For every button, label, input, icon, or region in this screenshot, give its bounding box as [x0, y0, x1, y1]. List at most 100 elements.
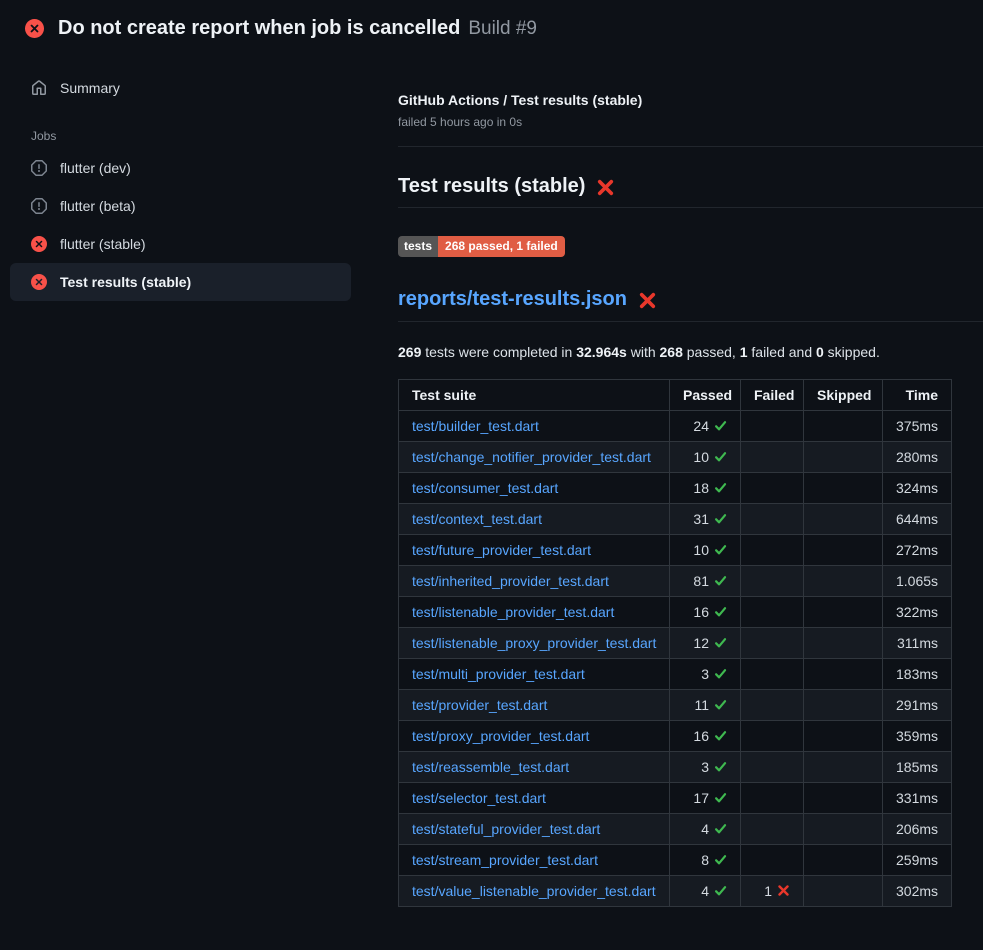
sidebar-item-flutter-stable[interactable]: flutter (stable): [10, 225, 351, 263]
section-title: Test results (stable): [398, 175, 983, 208]
table-row: test/context_test.dart31644ms: [399, 504, 952, 535]
test-suite-link[interactable]: test/stateful_provider_test.dart: [412, 821, 600, 837]
test-suite-link[interactable]: test/stream_provider_test.dart: [412, 852, 598, 868]
table-row: test/proxy_provider_test.dart16359ms: [399, 721, 952, 752]
skipped-cell: [804, 814, 883, 845]
test-suite-link[interactable]: test/inherited_provider_test.dart: [412, 573, 609, 589]
table-header-row: Test suite Passed Failed Skipped Time: [399, 380, 952, 411]
test-suite-cell: test/reassemble_test.dart: [399, 752, 670, 783]
failed-cell: [741, 411, 804, 442]
check-icon: [714, 605, 727, 618]
passed-count: 268: [660, 344, 683, 360]
table-row: test/value_listenable_provider_test.dart…: [399, 876, 952, 907]
job-label: flutter (stable): [60, 236, 146, 252]
check-icon: [714, 853, 727, 866]
test-suite-link[interactable]: test/selector_test.dart: [412, 790, 546, 806]
test-suite-cell: test/multi_provider_test.dart: [399, 659, 670, 690]
test-suite-link[interactable]: test/value_listenable_provider_test.dart: [412, 883, 656, 899]
passed-cell: 31: [670, 504, 741, 535]
job-label: flutter (beta): [60, 198, 135, 214]
time-cell: 322ms: [883, 597, 952, 628]
badge-label: tests: [398, 236, 438, 257]
x-circle-icon: [25, 19, 44, 38]
x-circle-glyph: [31, 274, 47, 290]
failed-cell: [741, 814, 804, 845]
test-suite-link[interactable]: test/multi_provider_test.dart: [412, 666, 585, 682]
check-icon: [714, 667, 727, 680]
job-label: Test results (stable): [60, 274, 191, 290]
failed-cell: [741, 473, 804, 504]
test-suite-cell: test/builder_test.dart: [399, 411, 670, 442]
test-suite-link[interactable]: test/reassemble_test.dart: [412, 759, 569, 775]
page-title: Do not create report when job is cancell…: [58, 17, 537, 40]
skipped-cell: [804, 659, 883, 690]
time-cell: 375ms: [883, 411, 952, 442]
check-icon: [714, 698, 727, 711]
test-suite-link[interactable]: test/provider_test.dart: [412, 697, 547, 713]
test-suite-cell: test/value_listenable_provider_test.dart: [399, 876, 670, 907]
skipped-cell: [804, 876, 883, 907]
passed-cell: 3: [670, 659, 741, 690]
time-cell: 324ms: [883, 473, 952, 504]
skipped-cell: [804, 473, 883, 504]
build-number: Build #9: [468, 18, 537, 39]
sidebar-item-flutter-beta[interactable]: flutter (beta): [10, 187, 351, 225]
test-suite-cell: test/provider_test.dart: [399, 690, 670, 721]
test-suite-cell: test/stream_provider_test.dart: [399, 845, 670, 876]
failed-cell: [741, 566, 804, 597]
passed-cell: 3: [670, 752, 741, 783]
check-icon: [714, 822, 727, 835]
skipped-cell: [804, 721, 883, 752]
test-suite-link[interactable]: test/listenable_proxy_provider_test.dart: [412, 635, 656, 651]
test-suite-link[interactable]: test/builder_test.dart: [412, 418, 539, 434]
skipped-cell: [804, 442, 883, 473]
check-icon: [714, 791, 727, 804]
check-icon: [714, 636, 727, 649]
time-cell: 302ms: [883, 876, 952, 907]
section-title-text: Test results (stable): [398, 175, 585, 198]
run-header: GitHub Actions / Test results (stable) f…: [398, 92, 983, 147]
test-suite-link[interactable]: test/proxy_provider_test.dart: [412, 728, 589, 744]
failed-cell: [741, 845, 804, 876]
passed-cell: 10: [670, 535, 741, 566]
test-suite-link[interactable]: test/consumer_test.dart: [412, 480, 558, 496]
report-file-link[interactable]: reports/test-results.json: [398, 288, 627, 311]
col-test-suite: Test suite: [399, 380, 670, 411]
test-suite-cell: test/consumer_test.dart: [399, 473, 670, 504]
passed-cell: 24: [670, 411, 741, 442]
cross-mark-icon: [777, 884, 790, 897]
test-suite-link[interactable]: test/future_provider_test.dart: [412, 542, 591, 558]
col-time: Time: [883, 380, 952, 411]
sidebar-item-summary[interactable]: Summary: [10, 69, 351, 107]
test-suite-cell: test/listenable_proxy_provider_test.dart: [399, 628, 670, 659]
total-tests: 269: [398, 344, 421, 360]
failed-cell: [741, 597, 804, 628]
test-suite-link[interactable]: test/listenable_provider_test.dart: [412, 604, 614, 620]
col-passed: Passed: [670, 380, 741, 411]
table-row: test/multi_provider_test.dart3183ms: [399, 659, 952, 690]
stop-glyph: [31, 198, 47, 214]
table-row: test/future_provider_test.dart10272ms: [399, 535, 952, 566]
test-suite-link[interactable]: test/context_test.dart: [412, 511, 542, 527]
tests-badge: tests 268 passed, 1 failed: [398, 236, 565, 257]
failed-cell: [741, 690, 804, 721]
build-header: Do not create report when job is cancell…: [0, 0, 983, 55]
skipped-cell: [804, 845, 883, 876]
time-cell: 291ms: [883, 690, 952, 721]
run-status-text: failed 5 hours ago in 0s: [398, 115, 983, 129]
check-icon: [714, 884, 727, 897]
failed-cell: [741, 752, 804, 783]
failed-cell: [741, 442, 804, 473]
col-failed: Failed: [741, 380, 804, 411]
time-cell: 1.065s: [883, 566, 952, 597]
home-icon: [31, 80, 47, 96]
sidebar-item-flutter-dev[interactable]: flutter (dev): [10, 149, 351, 187]
cross-mark-icon: [596, 178, 615, 197]
sidebar-jobs-list: flutter (dev) flutter (beta) flutter (stab…: [10, 149, 351, 301]
sidebar-summary-label: Summary: [60, 80, 120, 96]
test-suite-cell: test/context_test.dart: [399, 504, 670, 535]
sidebar-item-test-results-stable[interactable]: Test results (stable): [10, 263, 351, 301]
jobs-section-label: Jobs: [10, 129, 351, 143]
test-suite-link[interactable]: test/change_notifier_provider_test.dart: [412, 449, 651, 465]
test-suite-cell: test/listenable_provider_test.dart: [399, 597, 670, 628]
